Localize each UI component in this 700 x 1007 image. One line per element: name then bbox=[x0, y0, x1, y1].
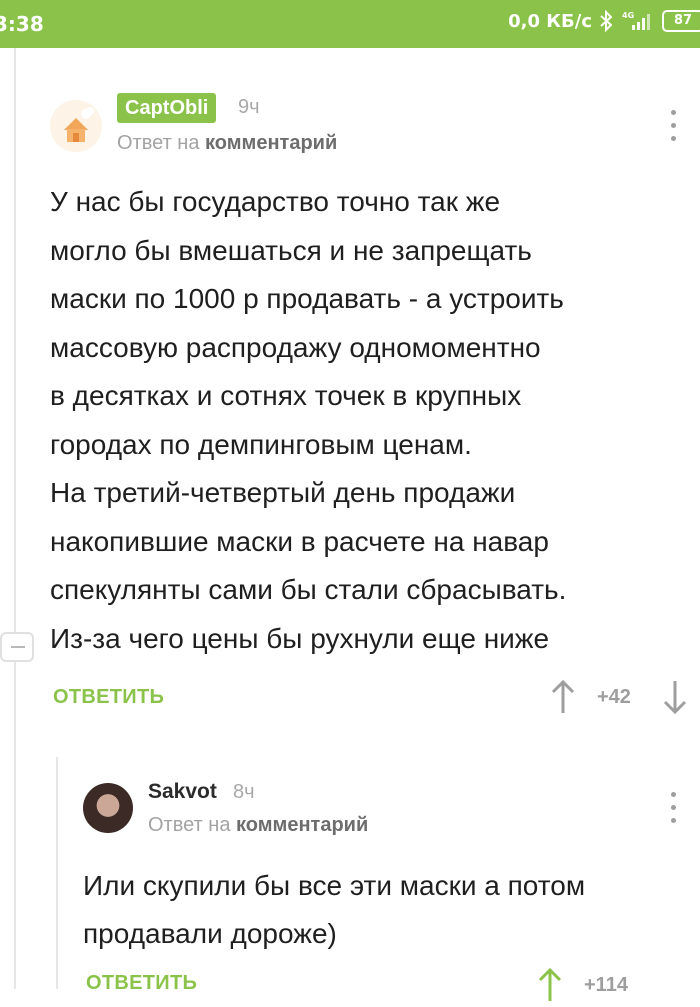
reply-to-line: Ответ на комментарий bbox=[148, 814, 368, 837]
reply-prefix: Ответ на bbox=[117, 132, 200, 154]
avatar[interactable] bbox=[83, 783, 133, 833]
minus-icon bbox=[11, 646, 25, 648]
reply-button[interactable]: ОТВЕТИТЬ bbox=[86, 972, 197, 995]
comment-time: 8ч bbox=[233, 781, 255, 803]
status-bar: 3:38 0,0 КБ/с 4G 87 bbox=[0, 0, 700, 48]
reply-to-line: Ответ на комментарий bbox=[117, 132, 337, 155]
signal-label: 4G bbox=[622, 11, 634, 20]
status-time: 3:38 bbox=[0, 12, 44, 36]
downvote-arrow-icon[interactable] bbox=[662, 680, 688, 719]
thread-line bbox=[14, 48, 16, 989]
comment-author[interactable]: CaptObli bbox=[117, 93, 217, 123]
more-options-icon[interactable] bbox=[667, 108, 679, 146]
reply-prefix: Ответ на bbox=[148, 814, 231, 836]
collapse-thread-button[interactable] bbox=[0, 632, 34, 662]
house-avatar-icon bbox=[50, 100, 102, 152]
bluetooth-icon bbox=[600, 10, 612, 32]
reply-target-link[interactable]: комментарий bbox=[205, 132, 337, 154]
comment-score: +42 bbox=[597, 686, 631, 708]
comment-body: Или скупили бы все эти маски а потом про… bbox=[83, 870, 586, 949]
reply-target-link[interactable]: комментарий bbox=[236, 814, 368, 836]
comment-author[interactable]: Sakvot bbox=[148, 780, 217, 804]
comment-body: У нас бы государство точно так же могло … bbox=[50, 186, 567, 654]
reply-button[interactable]: ОТВЕТИТЬ bbox=[53, 686, 164, 709]
battery-icon: 87 bbox=[662, 10, 700, 32]
comment-score: +114 bbox=[584, 974, 628, 996]
upvote-arrow-icon[interactable] bbox=[537, 967, 563, 1007]
nested-thread-line bbox=[56, 757, 58, 989]
comment-time: 9ч bbox=[238, 96, 260, 118]
avatar[interactable] bbox=[50, 100, 102, 152]
more-options-icon[interactable] bbox=[667, 790, 679, 828]
upvote-arrow-icon[interactable] bbox=[550, 679, 576, 719]
signal-icon: 4G bbox=[620, 10, 654, 32]
network-speed: 0,0 КБ/с bbox=[508, 10, 592, 32]
status-icons: 0,0 КБ/с 4G 87 bbox=[508, 10, 700, 32]
